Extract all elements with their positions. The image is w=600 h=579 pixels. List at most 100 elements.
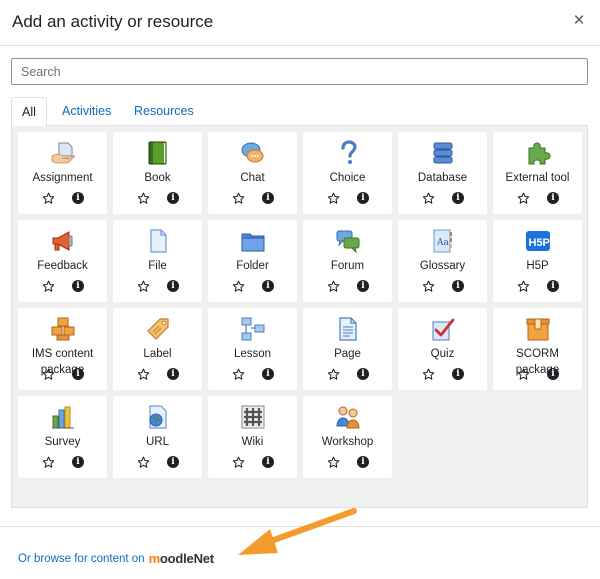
workshop-people-icon xyxy=(335,404,361,430)
tile-url[interactable]: URL i xyxy=(113,396,202,478)
info-icon[interactable]: i xyxy=(547,192,559,204)
tile-h5p[interactable]: H5P H5P i xyxy=(493,220,582,302)
book-icon xyxy=(145,140,171,166)
tile-assignment[interactable]: Assignment i xyxy=(18,132,107,214)
tab-resources[interactable]: Resources xyxy=(124,97,204,126)
info-icon[interactable]: i xyxy=(547,280,559,292)
quiz-icon xyxy=(430,316,456,342)
h5p-icon: H5P xyxy=(525,228,551,254)
info-icon[interactable]: i xyxy=(167,192,179,204)
megaphone-icon xyxy=(50,228,76,254)
info-icon[interactable]: i xyxy=(357,192,369,204)
star-icon[interactable] xyxy=(136,367,150,381)
tile-folder[interactable]: Folder i xyxy=(208,220,297,302)
star-icon[interactable] xyxy=(326,191,340,205)
tile-label: Page xyxy=(334,348,361,360)
tile-label: Choice xyxy=(329,172,366,184)
tile-file[interactable]: File i xyxy=(113,220,202,302)
chat-icon xyxy=(240,140,266,166)
tile-glossary[interactable]: Aa Glossary i xyxy=(398,220,487,302)
info-icon[interactable]: i xyxy=(452,368,464,380)
info-icon[interactable]: i xyxy=(262,368,274,380)
info-icon[interactable]: i xyxy=(452,280,464,292)
browse-moodlenet-link[interactable]: Or browse for content on moodleNet xyxy=(18,551,214,566)
info-icon[interactable]: i xyxy=(167,368,179,380)
glossary-icon: Aa xyxy=(430,228,456,254)
star-icon[interactable] xyxy=(231,191,245,205)
activity-grid: Assignment i Book i Chat i Choice i Data… xyxy=(18,132,582,478)
info-icon[interactable]: i xyxy=(167,280,179,292)
star-icon[interactable] xyxy=(326,455,340,469)
page-icon xyxy=(335,316,361,342)
info-icon[interactable]: i xyxy=(72,368,84,380)
tile-book[interactable]: Book i xyxy=(113,132,202,214)
tab-bar: All Activities Resources xyxy=(11,97,588,127)
info-icon[interactable]: i xyxy=(452,192,464,204)
info-icon[interactable]: i xyxy=(262,280,274,292)
dialog-title: Add an activity or resource xyxy=(12,12,214,31)
tile-label: Quiz xyxy=(430,348,455,360)
star-icon[interactable] xyxy=(231,455,245,469)
tile-ims-content-package[interactable]: IMS content package i xyxy=(18,308,107,390)
star-icon[interactable] xyxy=(136,191,150,205)
tile-label: Book xyxy=(144,172,171,184)
tile-choice[interactable]: Choice i xyxy=(303,132,392,214)
tile-scorm-package[interactable]: SCORM package i xyxy=(493,308,582,390)
tile-label: Glossary xyxy=(419,260,466,272)
tile-label: Lesson xyxy=(233,348,272,360)
tile-database[interactable]: Database i xyxy=(398,132,487,214)
tile-lesson[interactable]: Lesson i xyxy=(208,308,297,390)
tile-survey[interactable]: Survey i xyxy=(18,396,107,478)
info-icon[interactable]: i xyxy=(357,456,369,468)
tile-wiki[interactable]: Wiki i xyxy=(208,396,297,478)
browse-text: Or browse for content on xyxy=(18,552,145,565)
star-icon[interactable] xyxy=(231,367,245,381)
assignment-icon xyxy=(50,140,76,166)
star-icon[interactable] xyxy=(136,279,150,293)
star-icon[interactable] xyxy=(326,367,340,381)
tile-workshop[interactable]: Workshop i xyxy=(303,396,392,478)
star-icon[interactable] xyxy=(421,367,435,381)
tile-feedback[interactable]: Feedback i xyxy=(18,220,107,302)
star-icon[interactable] xyxy=(516,279,530,293)
info-icon[interactable]: i xyxy=(262,192,274,204)
tile-label-resource[interactable]: Label i xyxy=(113,308,202,390)
forum-icon xyxy=(335,228,361,254)
star-icon[interactable] xyxy=(326,279,340,293)
info-icon[interactable]: i xyxy=(72,192,84,204)
info-icon[interactable]: i xyxy=(262,456,274,468)
close-icon[interactable]: × xyxy=(568,10,590,32)
star-icon[interactable] xyxy=(41,279,55,293)
tile-label: Assignment xyxy=(32,172,93,184)
tile-label: External tool xyxy=(505,172,570,184)
star-icon[interactable] xyxy=(41,455,55,469)
star-icon[interactable] xyxy=(421,279,435,293)
survey-chart-icon xyxy=(50,404,76,430)
info-icon[interactable]: i xyxy=(72,280,84,292)
tile-label: Database xyxy=(417,172,468,184)
wiki-icon xyxy=(240,404,266,430)
info-icon[interactable]: i xyxy=(72,456,84,468)
tile-forum[interactable]: Forum i xyxy=(303,220,392,302)
star-icon[interactable] xyxy=(516,191,530,205)
star-icon[interactable] xyxy=(41,367,55,381)
tile-chat[interactable]: Chat i xyxy=(208,132,297,214)
star-icon[interactable] xyxy=(231,279,245,293)
tab-all[interactable]: All xyxy=(11,97,47,127)
info-icon[interactable]: i xyxy=(357,280,369,292)
tile-page[interactable]: Page i xyxy=(303,308,392,390)
moodlenet-logo: moodleNet xyxy=(148,551,215,566)
search-input[interactable] xyxy=(11,58,588,85)
tile-external-tool[interactable]: External tool i xyxy=(493,132,582,214)
info-icon[interactable]: i xyxy=(547,368,559,380)
tab-activities[interactable]: Activities xyxy=(52,97,121,126)
tile-label: Feedback xyxy=(37,260,88,272)
svg-text:H5P: H5P xyxy=(528,237,549,249)
star-icon[interactable] xyxy=(136,455,150,469)
info-icon[interactable]: i xyxy=(167,456,179,468)
star-icon[interactable] xyxy=(421,191,435,205)
tile-quiz[interactable]: Quiz i xyxy=(398,308,487,390)
star-icon[interactable] xyxy=(516,367,530,381)
star-icon[interactable] xyxy=(41,191,55,205)
info-icon[interactable]: i xyxy=(357,368,369,380)
